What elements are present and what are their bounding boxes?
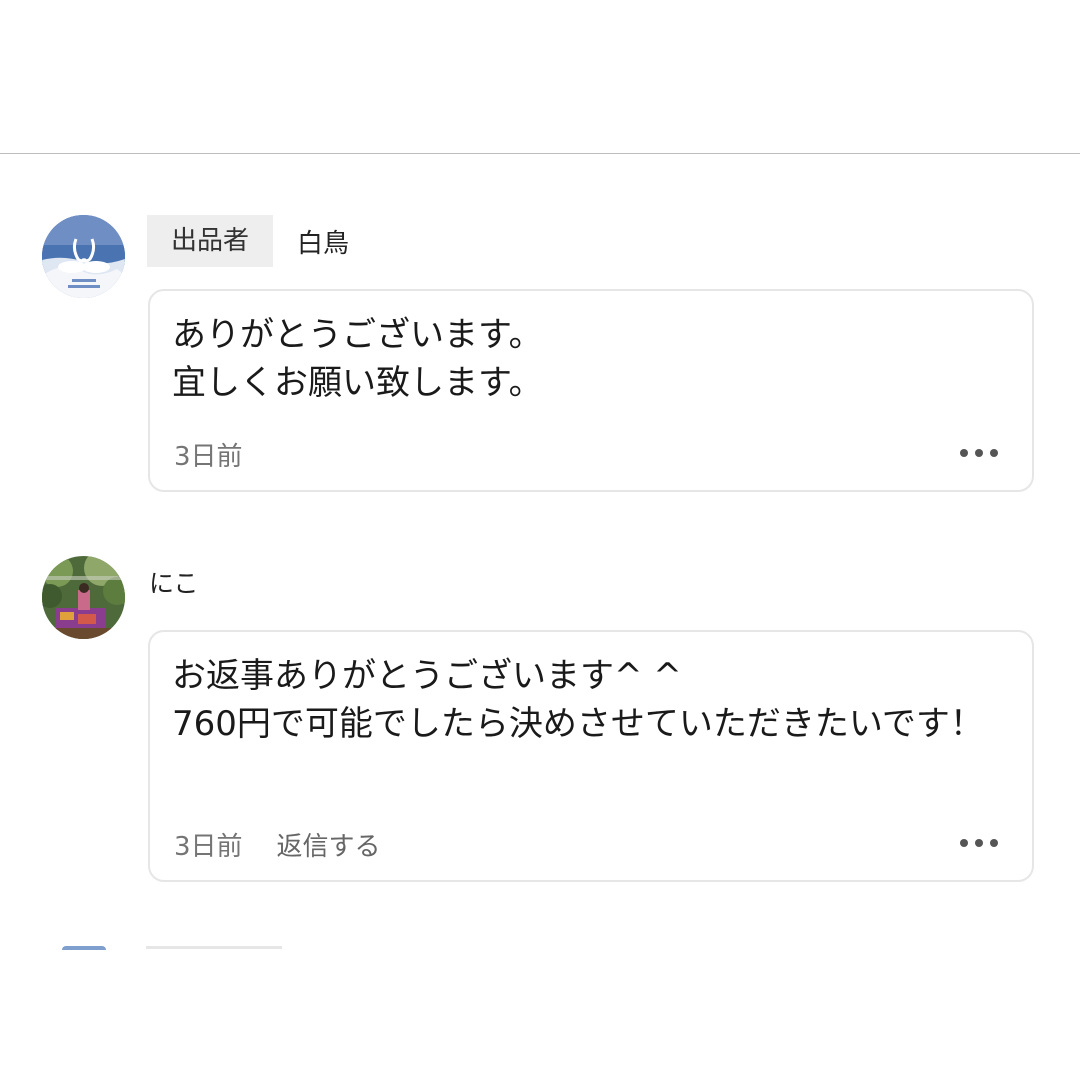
author-name[interactable]: にこ [149,564,199,600]
comment-text: ありがとうございます。 宜しくお願い致します。 [172,315,543,403]
header-divider [0,153,1080,154]
seller-badge-next-partial [146,946,282,949]
author-name[interactable]: 白鳥 [297,223,349,260]
garden-photo-icon [42,556,125,639]
timestamp: 3日前 [174,442,243,472]
timestamp: 3日前 [174,832,243,862]
comment-text: お返事ありがとうございます^ ^ 760円で可能でしたら決めさせていただきたいで… [172,656,984,744]
author-row: にこ [147,556,199,608]
reply-button[interactable]: 返信する [277,826,381,863]
avatar-buyer[interactable] [42,556,125,639]
comment-bubble: お返事ありがとうございます^ ^ 760円で可能でしたら決めさせていただきたいで… [148,630,1034,882]
comment-meta: 3日前 返信する [174,826,381,863]
more-horizontal-icon[interactable] [960,838,998,848]
comment-bubble: ありがとうございます。 宜しくお願い致します。 3日前 [148,289,1034,492]
avatar-next-partial [62,946,106,950]
more-horizontal-icon[interactable] [960,448,998,458]
author-row: 出品者 白鳥 [147,215,349,267]
comment-meta: 3日前 [174,436,243,473]
avatar-seller[interactable] [42,215,125,298]
seller-badge: 出品者 [147,215,274,267]
swan-photo-icon [42,215,125,298]
